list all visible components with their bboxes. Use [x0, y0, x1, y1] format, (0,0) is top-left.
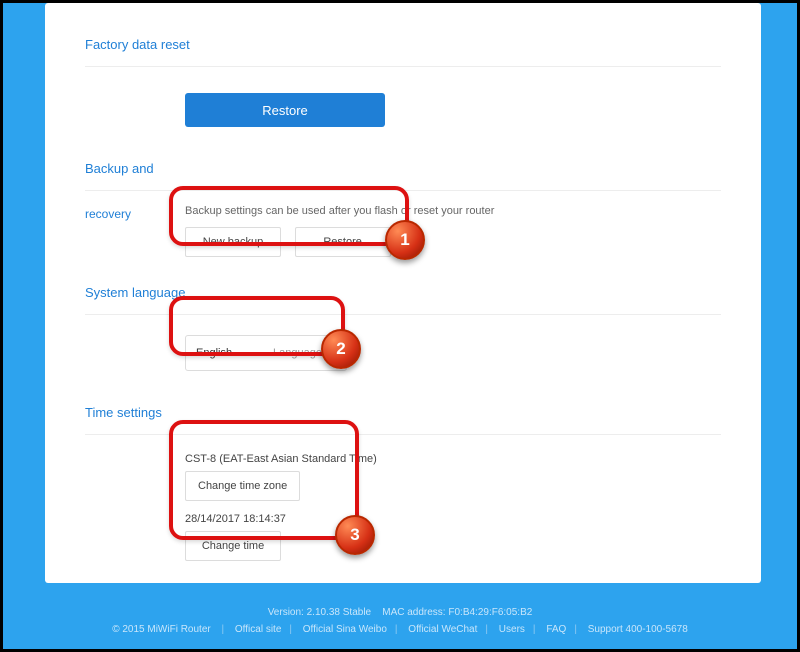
backup-subtitle: recovery: [85, 205, 185, 257]
footer-link-wechat[interactable]: Official WeChat: [408, 624, 477, 635]
footer-link-weibo[interactable]: Official Sina Weibo: [303, 624, 387, 635]
page-footer: Version: 2.10.38 Stable MAC address: F0:…: [3, 597, 797, 649]
system-language-title: System language: [85, 285, 721, 300]
factory-restore-button[interactable]: Restore: [185, 93, 385, 127]
time-settings-title: Time settings: [85, 405, 721, 420]
chevron-down-icon: [328, 351, 336, 356]
footer-link-support[interactable]: Support 400-100-5678: [588, 624, 688, 635]
backup-hint: Backup settings can be used after you fl…: [185, 205, 721, 217]
footer-link-faq[interactable]: FAQ: [546, 624, 566, 635]
language-label: Language: [273, 347, 322, 359]
language-value: English: [196, 347, 232, 359]
language-select[interactable]: English Language: [185, 335, 347, 371]
backup-title: Backup and: [85, 161, 721, 176]
section-backup-recovery: Backup and recovery Backup settings can …: [85, 161, 721, 257]
change-timezone-button[interactable]: Change time zone: [185, 471, 300, 501]
section-time-settings: Time settings CST-8 (EAT-East Asian Stan…: [85, 405, 721, 561]
footer-copyright: © 2015 MiWiFi Router: [112, 624, 211, 635]
new-backup-button[interactable]: New backup: [185, 227, 281, 257]
footer-mac: MAC address: F0:B4:29:F6:05:B2: [382, 607, 532, 618]
footer-link-users[interactable]: Users: [499, 624, 525, 635]
factory-reset-title: Factory data reset: [85, 37, 721, 52]
footer-version: Version: 2.10.38 Stable: [268, 607, 371, 618]
change-time-button[interactable]: Change time: [185, 531, 281, 561]
footer-link-site[interactable]: Offical site: [235, 624, 282, 635]
section-system-language: System language English Language: [85, 285, 721, 371]
section-factory-reset: Factory data reset Restore: [85, 37, 721, 127]
timezone-value: CST-8 (EAT-East Asian Standard Time): [185, 453, 721, 465]
current-time-value: 28/14/2017 18:14:37: [185, 513, 721, 525]
backup-restore-button[interactable]: Restore: [295, 227, 391, 257]
